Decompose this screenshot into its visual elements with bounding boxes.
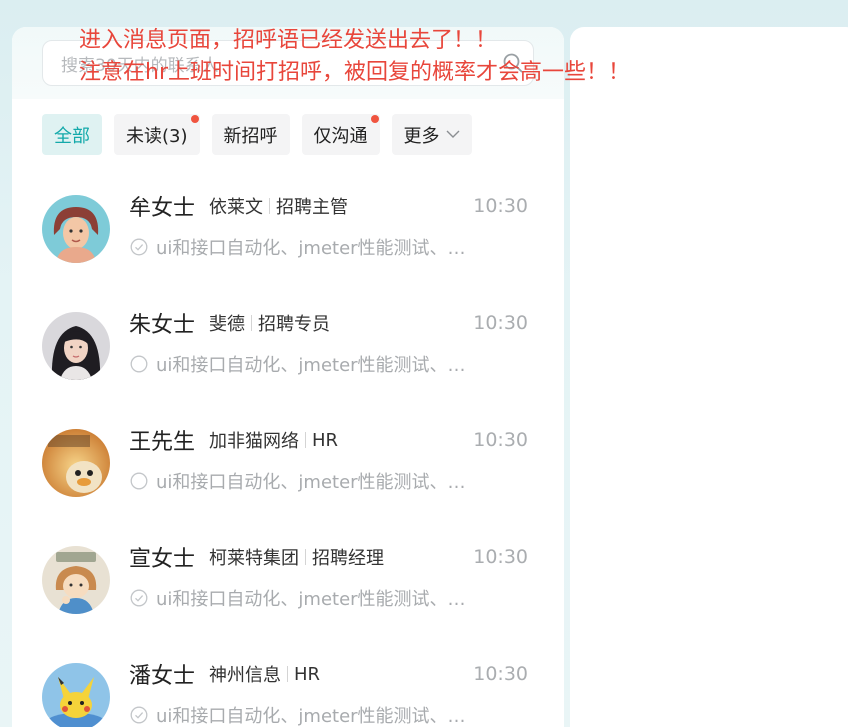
filter-all[interactable]: 全部 bbox=[42, 114, 102, 155]
filter-unread[interactable]: 未读(3) bbox=[114, 114, 200, 155]
message-time: 10:30 bbox=[473, 546, 528, 568]
message-time: 10:30 bbox=[473, 312, 528, 334]
message-preview-row: ui和接口自动化、jmeter性能测试、… bbox=[130, 701, 490, 727]
read-check-icon bbox=[130, 589, 148, 607]
filter-unread-label: 未读(3) bbox=[126, 125, 188, 147]
unread-dot bbox=[370, 115, 379, 123]
filter-new-greeting-label: 新招呼 bbox=[223, 125, 278, 147]
job-title: HR bbox=[312, 429, 339, 451]
message-preview-row: ui和接口自动化、jmeter性能测试、… bbox=[130, 350, 490, 378]
conversation-item[interactable]: 王先生 加非猫网络 HR 10:30 ui和接口自动化、jmeter性能测试、… bbox=[12, 401, 564, 518]
contact-name: 牟女士 bbox=[129, 196, 196, 221]
conversation-header: 潘女士 神州信息 HR 10:30 bbox=[129, 659, 528, 689]
conversation-header: 王先生 加非猫网络 HR 10:30 bbox=[129, 425, 528, 455]
contact-name: 宣女士 bbox=[129, 547, 196, 572]
conversation-item[interactable]: 朱女士 斐德 招聘专员 10:30 ui和接口自动化、jmeter性能测试、… bbox=[12, 284, 564, 401]
job-title: 招聘主管 bbox=[276, 197, 349, 218]
company-name: 加非猫网络 bbox=[209, 431, 300, 452]
conversation-panel: 搜索30天内的联系人 全部 未读(3) 新招呼 仅沟通 更多 牟女士 依莱文 招… bbox=[12, 27, 564, 727]
contact-name: 潘女士 bbox=[129, 664, 196, 689]
chevron-down-icon bbox=[446, 130, 460, 139]
company-name: 依莱文 bbox=[209, 197, 264, 218]
conversation-header: 朱女士 斐德 招聘专员 10:30 bbox=[129, 308, 528, 338]
divider bbox=[287, 666, 289, 682]
conversation-list: 牟女士 依莱文 招聘主管 10:30 ui和接口自动化、jmeter性能测试、… bbox=[12, 167, 564, 727]
company-name: 斐德 bbox=[209, 314, 246, 335]
message-time: 10:30 bbox=[473, 195, 528, 217]
read-check-icon bbox=[130, 238, 148, 256]
divider bbox=[305, 549, 307, 565]
filter-chat-only-label: 仅沟通 bbox=[313, 125, 368, 147]
message-preview-row: ui和接口自动化、jmeter性能测试、… bbox=[130, 467, 490, 495]
message-time: 10:30 bbox=[473, 429, 528, 451]
job-title: 招聘经理 bbox=[312, 548, 385, 569]
avatar-photo-woman[interactable] bbox=[42, 312, 110, 380]
filter-chat-only[interactable]: 仅沟通 bbox=[301, 114, 380, 155]
annotation-line-1: 进入消息页面，招呼语已经发送出去了！！ bbox=[79, 28, 498, 53]
unread-circle-icon bbox=[130, 472, 148, 490]
filter-more-label: 更多 bbox=[403, 125, 440, 147]
filter-new-greeting[interactable]: 新招呼 bbox=[211, 114, 290, 155]
divider bbox=[305, 432, 307, 448]
message-preview: ui和接口自动化、jmeter性能测试、… bbox=[156, 472, 466, 493]
conversation-header: 宣女士 柯莱特集团 招聘经理 10:30 bbox=[129, 542, 528, 572]
message-preview-row: ui和接口自动化、jmeter性能测试、… bbox=[130, 584, 490, 612]
company-name: 神州信息 bbox=[209, 665, 282, 686]
filter-more-dropdown[interactable]: 更多 bbox=[391, 114, 472, 155]
avatar-cartoon-girl[interactable] bbox=[42, 546, 110, 614]
job-title: HR bbox=[294, 663, 321, 685]
avatar-friday-duck[interactable] bbox=[42, 429, 110, 497]
read-check-icon bbox=[130, 706, 148, 724]
filter-all-label: 全部 bbox=[54, 125, 90, 147]
contact-name: 朱女士 bbox=[129, 313, 196, 338]
job-title: 招聘专员 bbox=[258, 314, 331, 335]
message-preview: ui和接口自动化、jmeter性能测试、… bbox=[156, 355, 466, 376]
company-name: 柯莱特集团 bbox=[209, 548, 300, 569]
conversation-item[interactable]: 宣女士 柯莱特集团 招聘经理 10:30 ui和接口自动化、jmeter性能测试… bbox=[12, 518, 564, 635]
message-time: 10:30 bbox=[473, 663, 528, 685]
conversation-header: 牟女士 依莱文 招聘主管 10:30 bbox=[129, 191, 528, 221]
avatar-cartoon-woman[interactable] bbox=[42, 195, 110, 263]
message-preview: ui和接口自动化、jmeter性能测试、… bbox=[156, 238, 466, 259]
chat-panel bbox=[570, 27, 848, 727]
contact-name: 王先生 bbox=[129, 430, 196, 455]
message-preview: ui和接口自动化、jmeter性能测试、… bbox=[156, 589, 466, 610]
divider bbox=[269, 198, 271, 214]
conversation-item[interactable]: 潘女士 神州信息 HR 10:30 ui和接口自动化、jmeter性能测试、… bbox=[12, 635, 564, 727]
conversation-item[interactable]: 牟女士 依莱文 招聘主管 10:30 ui和接口自动化、jmeter性能测试、… bbox=[12, 167, 564, 284]
message-preview: ui和接口自动化、jmeter性能测试、… bbox=[156, 706, 466, 727]
page: 搜索30天内的联系人 全部 未读(3) 新招呼 仅沟通 更多 牟女士 依莱文 招… bbox=[0, 0, 848, 727]
message-preview-row: ui和接口自动化、jmeter性能测试、… bbox=[130, 233, 490, 261]
unread-dot bbox=[190, 115, 199, 123]
unread-circle-icon bbox=[130, 355, 148, 373]
annotation-line-2: 注意在hr上班时间打招呼，被回复的概率才会高一些！！ bbox=[79, 60, 630, 85]
divider bbox=[251, 315, 253, 331]
avatar-pikachu[interactable] bbox=[42, 663, 110, 727]
filter-tabs: 全部 未读(3) 新招呼 仅沟通 更多 bbox=[42, 114, 472, 155]
